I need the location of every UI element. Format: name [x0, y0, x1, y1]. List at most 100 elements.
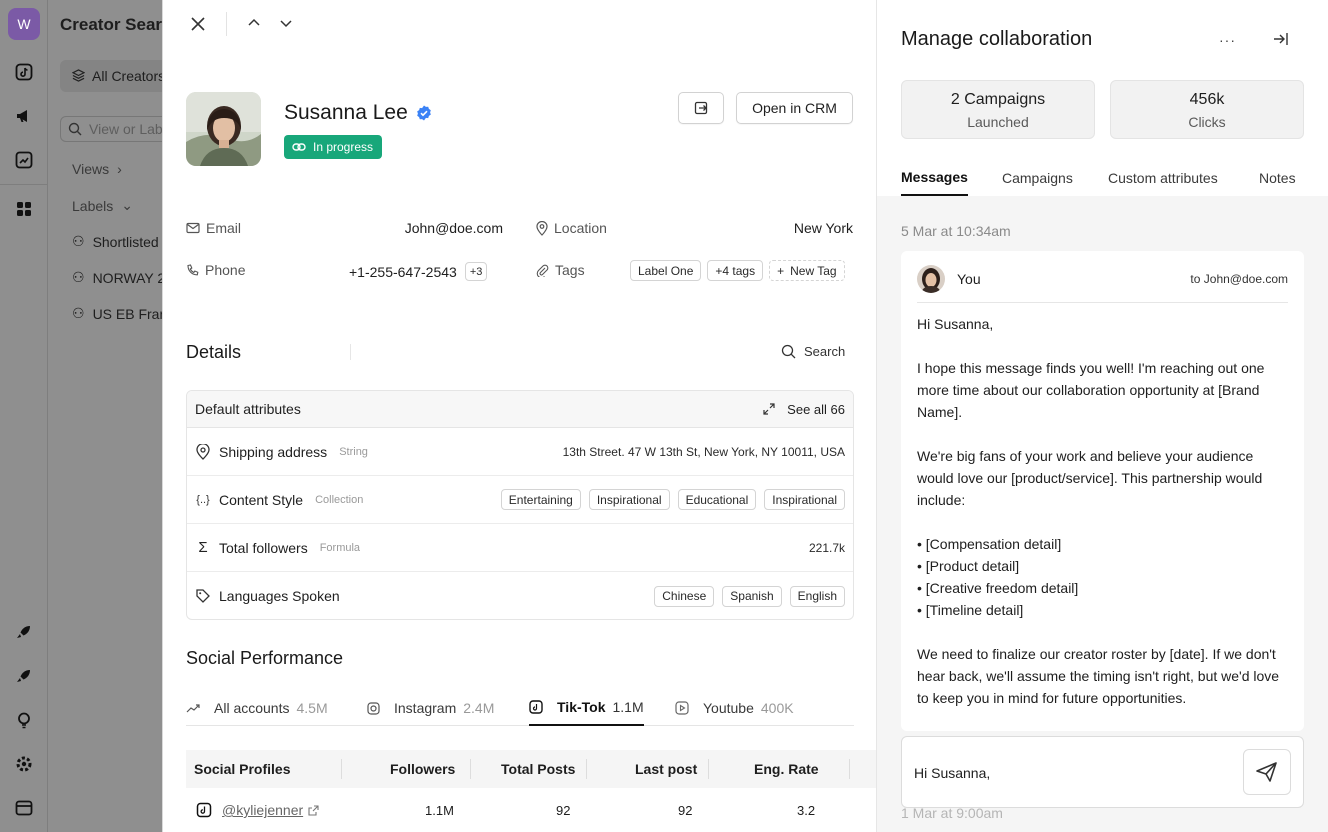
external-link-icon[interactable]	[308, 804, 319, 816]
chevron-up-icon[interactable]	[248, 18, 260, 28]
new-tag-button[interactable]: + New Tag	[769, 260, 845, 281]
column-divider	[708, 759, 709, 779]
message-composer[interactable]: Hi Susanna,	[901, 736, 1304, 808]
tab-notes[interactable]: Notes	[1259, 160, 1296, 196]
column-divider	[341, 759, 342, 779]
attribute-value: 221.7k	[808, 540, 845, 555]
export-button[interactable]	[678, 92, 724, 124]
close-icon[interactable]	[190, 16, 206, 32]
verified-badge-icon	[416, 105, 432, 121]
more-tags-chip[interactable]: +4 tags	[707, 260, 764, 281]
attributes-header: Default attributes See all 66	[187, 391, 853, 428]
sender-avatar	[917, 265, 945, 293]
creator-profile-panel: Susanna Lee In progress Open in CRM Emai…	[162, 0, 876, 832]
apps-grid-icon[interactable]	[14, 199, 34, 219]
message-bullet-list: • [Compensation detail] • [Product detai…	[917, 536, 1079, 618]
phone-extra-badge[interactable]: +3	[464, 262, 488, 281]
table-row[interactable]: @kyliejenner 1.1M 92 92 3.2	[186, 788, 876, 832]
email-value[interactable]: John@doe.com	[363, 220, 503, 236]
tab-instagram[interactable]: Instagram 2.4M	[367, 690, 494, 726]
profile-handle-link[interactable]: @kyliejenner	[222, 802, 303, 818]
page-title: Creator Search	[60, 15, 168, 34]
send-button[interactable]	[1243, 749, 1291, 795]
social-tabs: All accounts 4.5M Instagram 2.4M Tik-Tok 1.…	[186, 690, 854, 726]
details-heading: Details	[186, 342, 242, 362]
phone-icon	[187, 263, 199, 275]
list-item-label: Shortlisted	[92, 233, 159, 250]
tag-chip[interactable]: Label One	[630, 260, 702, 281]
tiktok-icon	[196, 802, 212, 818]
attribute-type: Collection	[315, 493, 364, 506]
list-item[interactable]: ⚇ US EB France	[72, 305, 168, 322]
collab-tabs: Messages Campaigns Custom attributes Not…	[901, 160, 1328, 196]
style-chip: Inspirational	[588, 489, 670, 510]
attribute-row-total-followers[interactable]: Σ Total followers Formula 221.7k	[187, 524, 853, 572]
all-creators-label: All Creators	[92, 68, 166, 84]
attribute-row-content-style[interactable]: {..} Content Style Collection Entertaini…	[187, 476, 853, 524]
tab-tiktok[interactable]: Tik-Tok 1.1M	[529, 690, 644, 726]
tag-icon	[196, 589, 210, 603]
tab-count: 2.4M	[463, 700, 495, 716]
message-paragraph: We're big fans of your work and believe …	[917, 448, 1263, 508]
trend-up-icon	[186, 704, 200, 713]
analytics-icon[interactable]	[14, 150, 34, 170]
tab-messages[interactable]: Messages	[901, 160, 968, 196]
collab-title: Manage collaboration	[901, 28, 1093, 50]
collapse-panel-icon[interactable]	[1273, 32, 1289, 46]
list-item[interactable]: ⚇ NORWAY 2	[72, 269, 165, 286]
phone-value[interactable]: +1-255-647-2543	[349, 264, 457, 280]
workspace-logo[interactable]: W	[8, 8, 40, 40]
details-search-button[interactable]: Search	[781, 344, 845, 359]
attribute-row-shipping[interactable]: Shipping address String 13th Street. 47 …	[187, 428, 853, 476]
message-paragraph: Hi Susanna,	[917, 316, 994, 332]
inbox-icon[interactable]	[14, 798, 34, 818]
views-label: Views	[72, 161, 110, 177]
megaphone-icon[interactable]	[14, 106, 34, 126]
attribute-type: String	[339, 445, 368, 458]
open-in-crm-button[interactable]: Open in CRM	[736, 92, 853, 124]
tab-all-accounts[interactable]: All accounts 4.5M	[186, 690, 328, 726]
language-chip: English	[789, 585, 845, 607]
rocket-icon[interactable]	[14, 622, 34, 642]
rocket-alt-icon[interactable]	[14, 666, 34, 686]
more-options-icon[interactable]: ···	[1219, 32, 1236, 48]
tab-campaigns[interactable]: Campaigns	[1002, 160, 1073, 196]
lightbulb-icon[interactable]	[14, 710, 34, 730]
composer-input[interactable]: Hi Susanna,	[914, 765, 990, 781]
search-icon	[781, 344, 796, 359]
language-chip: Chinese	[654, 585, 715, 607]
message-body: Hi Susanna, I hope this message finds yo…	[917, 313, 1292, 731]
tab-custom-attributes[interactable]: Custom attributes	[1108, 160, 1218, 196]
paperclip-icon	[536, 264, 549, 277]
tiktok-icon[interactable]	[14, 62, 34, 82]
message-paragraph: We need to finalize our creator roster b…	[917, 646, 1280, 706]
tag-list: Label One +4 tags + New Tag	[630, 260, 845, 281]
chevron-down-icon[interactable]	[280, 18, 292, 28]
location-pin-icon	[536, 220, 548, 236]
column-header[interactable]: Eng. Rate	[754, 750, 819, 788]
column-divider	[586, 759, 587, 779]
view-search-input[interactable]: View or Label	[60, 116, 168, 142]
views-section[interactable]: Views ›	[72, 161, 122, 177]
status-badge[interactable]: In progress	[284, 135, 383, 159]
social-performance-heading: Social Performance	[186, 648, 344, 668]
clicks-stat-card: 456k Clicks	[1110, 80, 1304, 139]
settings-gear-icon[interactable]	[14, 754, 34, 774]
tab-youtube[interactable]: Youtube 400K	[675, 690, 794, 726]
column-header[interactable]: Followers	[390, 750, 455, 788]
column-header[interactable]: Last post	[635, 750, 697, 788]
message-card: You to John@doe.com Hi Susanna, I hope t…	[901, 251, 1304, 731]
app-rail: W	[0, 0, 48, 832]
sender-name: You	[957, 271, 981, 287]
creator-name: Susanna Lee	[284, 101, 432, 125]
tab-label: Tik-Tok	[557, 699, 606, 715]
manage-collaboration-panel: Manage collaboration ··· 2 Campaigns Lau…	[876, 0, 1328, 832]
labels-section[interactable]: Labels ⌄	[72, 197, 133, 214]
column-header[interactable]: Social Profiles	[194, 750, 290, 788]
list-item[interactable]: ⚇ Shortlisted	[72, 233, 159, 250]
search-placeholder: View or Label	[89, 121, 168, 137]
column-header[interactable]: Total Posts	[501, 750, 575, 788]
see-all-button[interactable]: See all 66	[763, 402, 845, 417]
attribute-row-languages[interactable]: Languages Spoken Chinese Spanish English	[187, 572, 853, 619]
all-creators-view[interactable]: All Creators	[60, 60, 168, 92]
